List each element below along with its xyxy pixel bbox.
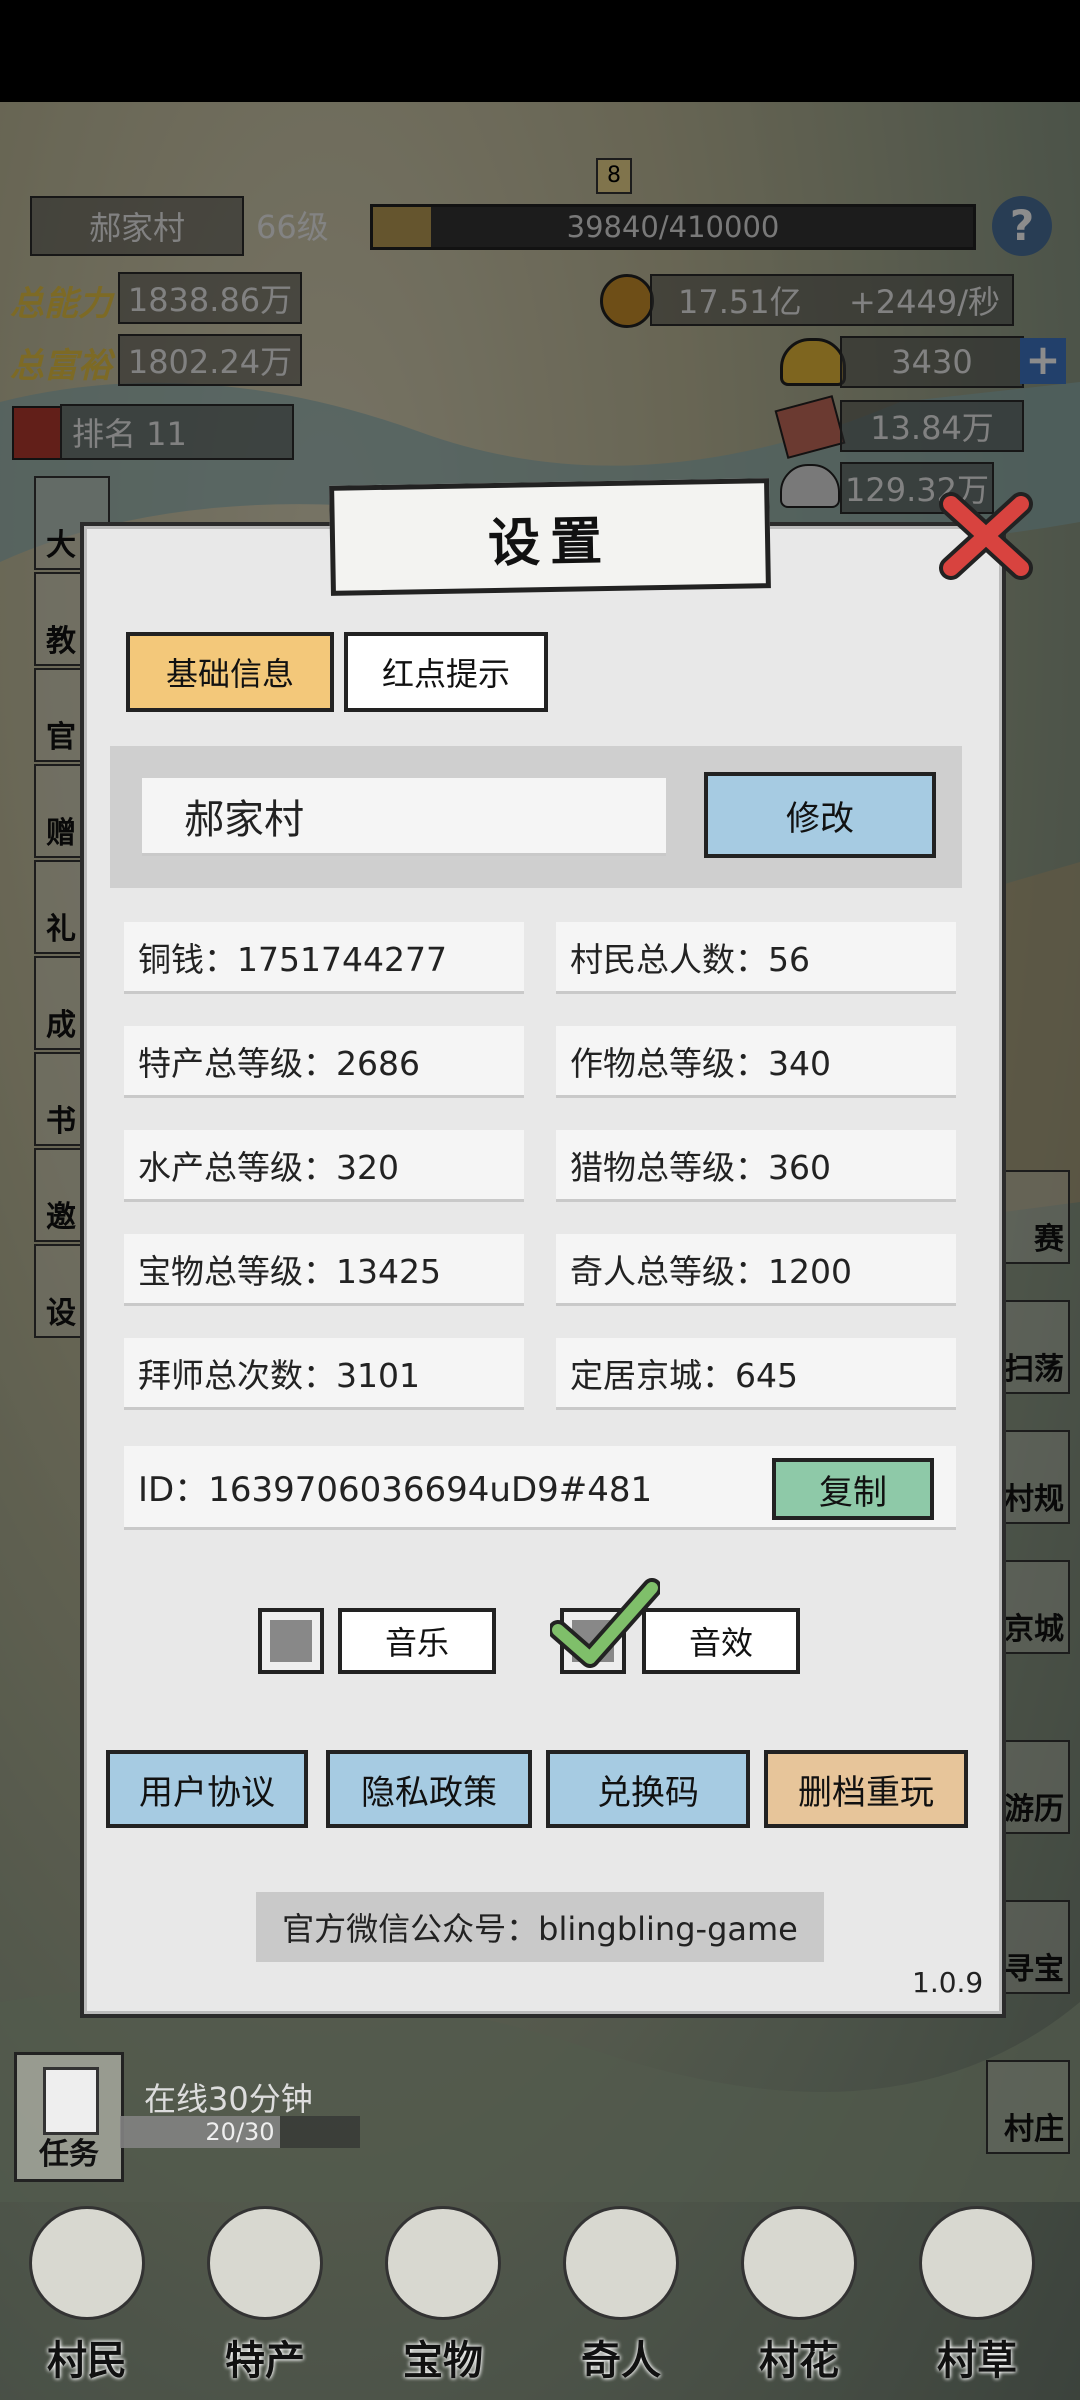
stat-text: 作物总等级：340 [570, 1043, 831, 1083]
character-portrait-icon [919, 2206, 1035, 2320]
character-portrait-icon [207, 2206, 323, 2320]
task-progress-text: 20/30 [205, 2118, 275, 2146]
id-text: ID：1639706036694uD9#481 [138, 1470, 653, 1510]
stat-field: 作物总等级：340 [556, 1026, 956, 1098]
character-portrait-icon [563, 2206, 679, 2320]
modify-label: 修改 [786, 798, 854, 839]
bottom-tab-label: 村花 [759, 2338, 839, 2384]
music-checkbox[interactable] [258, 1608, 324, 1674]
character-portrait-icon [741, 2206, 857, 2320]
redeem-code-button[interactable]: 兑换码 [546, 1750, 750, 1828]
bottom-tab[interactable]: 村草 [902, 2206, 1052, 2386]
task-title: 在线30分钟 [144, 2080, 313, 2118]
tab-basic-info-label: 基础信息 [165, 655, 294, 693]
stat-text: 拜师总次数：3101 [138, 1355, 420, 1395]
copy-button[interactable]: 复制 [772, 1458, 934, 1520]
stat-field: 铜钱：1751744277 [124, 922, 524, 994]
bottom-tab-label: 特产 [225, 2338, 305, 2384]
stat-field: 定居京城：645 [556, 1338, 956, 1410]
version-text: 1.0.9 [912, 1966, 984, 1999]
stat-text: 定居京城：645 [570, 1355, 798, 1395]
privacy-policy-label: 隐私政策 [361, 1772, 497, 1813]
user-agreement-label: 用户协议 [139, 1772, 275, 1813]
bottom-tab[interactable]: 特产 [190, 2206, 340, 2386]
tab-red-dot[interactable]: 红点提示 [344, 632, 548, 712]
wechat-text: 官方微信公众号：blingbling-game [282, 1910, 798, 1948]
stat-field: 水产总等级：320 [124, 1130, 524, 1202]
character-portrait-icon [29, 2206, 145, 2320]
privacy-policy-button[interactable]: 隐私政策 [326, 1750, 532, 1828]
close-icon[interactable] [936, 486, 1036, 586]
delete-restart-label: 删档重玩 [798, 1772, 934, 1813]
stat-field: 村民总人数：56 [556, 922, 956, 994]
stat-text: 猎物总等级：360 [570, 1147, 831, 1187]
stat-field: 猎物总等级：360 [556, 1130, 956, 1202]
delete-restart-button[interactable]: 删档重玩 [764, 1750, 968, 1828]
copy-label: 复制 [819, 1472, 887, 1513]
bottom-tab[interactable]: 村花 [724, 2206, 874, 2386]
stat-field: 宝物总等级：13425 [124, 1234, 524, 1306]
sound-label: 音效 [642, 1608, 800, 1674]
status-bar [0, 0, 1080, 102]
modify-button[interactable]: 修改 [704, 772, 936, 858]
stat-field: 拜师总次数：3101 [124, 1338, 524, 1410]
bottom-tab-label: 村草 [937, 2338, 1017, 2384]
stat-text: 宝物总等级：13425 [138, 1251, 441, 1291]
stat-field: 特产总等级：2686 [124, 1026, 524, 1098]
bottom-tab[interactable]: 奇人 [546, 2206, 696, 2386]
tab-red-dot-label: 红点提示 [381, 655, 510, 693]
bottom-tab-label: 奇人 [581, 2338, 661, 2384]
village-name-input[interactable]: 郝家村 [142, 778, 666, 856]
stat-field: 奇人总等级：1200 [556, 1234, 956, 1306]
stat-text: 特产总等级：2686 [138, 1043, 420, 1083]
user-agreement-button[interactable]: 用户协议 [106, 1750, 308, 1828]
redeem-code-label: 兑换码 [597, 1772, 699, 1813]
bottom-tab[interactable]: 村民 [12, 2206, 162, 2386]
music-label: 音乐 [338, 1608, 496, 1674]
stat-text: 水产总等级：320 [138, 1147, 399, 1187]
bottom-tab[interactable]: 宝物 [368, 2206, 518, 2386]
stat-text: 奇人总等级：1200 [570, 1251, 852, 1291]
tab-basic-info[interactable]: 基础信息 [126, 632, 334, 712]
character-portrait-icon [385, 2206, 501, 2320]
stat-text: 村民总人数：56 [570, 939, 810, 979]
bottom-tab-label: 村民 [47, 2338, 127, 2384]
bottom-tab-label: 宝物 [403, 2338, 483, 2384]
dialog-title: 设置 [329, 478, 771, 596]
wechat-notice: 官方微信公众号：blingbling-game [256, 1892, 824, 1962]
stat-text: 铜钱：1751744277 [138, 939, 447, 979]
village-name-value: 郝家村 [184, 796, 304, 843]
task-progress-bar: 20/30 [120, 2116, 360, 2148]
task-button[interactable]: 任务 [14, 2052, 124, 2182]
scroll-task-icon [43, 2067, 99, 2135]
task-label: 任务 [39, 2137, 99, 2172]
